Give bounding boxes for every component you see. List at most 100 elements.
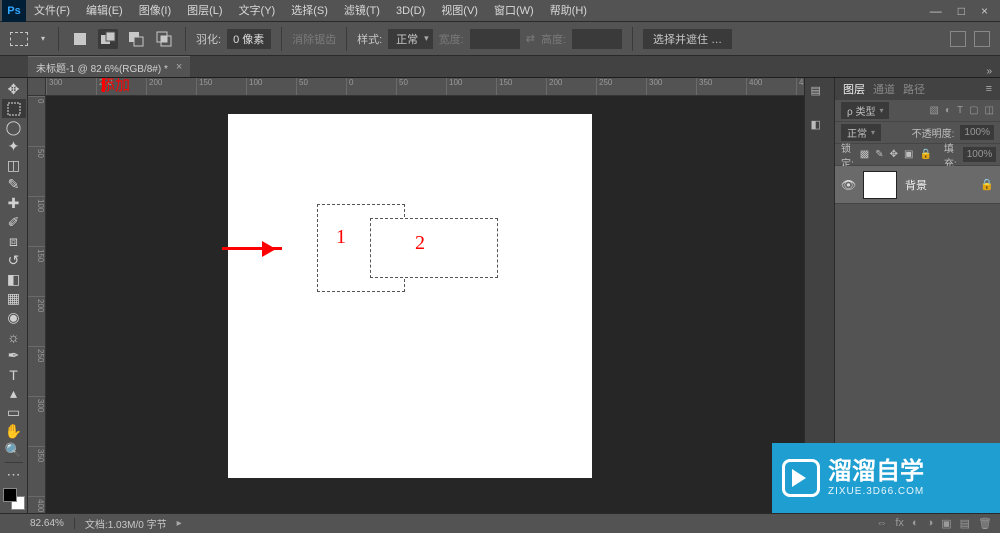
- zoom-tool[interactable]: 🔍: [2, 441, 26, 460]
- window-restore[interactable]: □: [958, 4, 965, 18]
- selection-intersect-button[interactable]: [154, 29, 174, 49]
- fill-field[interactable]: 100%: [963, 147, 997, 162]
- layer-name[interactable]: 背景: [905, 177, 972, 193]
- layer-thumbnail[interactable]: [863, 171, 897, 199]
- foreground-swatch[interactable]: [3, 488, 17, 502]
- menu-select[interactable]: 选择(S): [283, 0, 336, 22]
- menu-view[interactable]: 视图(V): [433, 0, 486, 22]
- document-tab[interactable]: 未标题-1 @ 82.6%(RGB/8#) * ×: [28, 56, 190, 77]
- menu-help[interactable]: 帮助(H): [542, 0, 595, 22]
- layer-style-icon[interactable]: fx: [895, 517, 904, 530]
- new-layer-icon[interactable]: ▤: [960, 517, 970, 530]
- visibility-toggle-icon[interactable]: 👁: [841, 178, 855, 192]
- artboard[interactable]: 1 2: [228, 114, 592, 478]
- menu-layer[interactable]: 图层(L): [179, 0, 230, 22]
- filter-smart-icon[interactable]: ◫: [985, 105, 994, 116]
- hand-tool[interactable]: ✋: [2, 422, 26, 441]
- gradient-tool[interactable]: ▦: [2, 289, 26, 308]
- separator: [185, 27, 186, 51]
- ruler-horizontal[interactable]: 3002502001501005005010015020025030035040…: [46, 78, 804, 96]
- screen-mode-icon[interactable]: [974, 31, 990, 47]
- filter-pixel-icon[interactable]: ▧: [929, 105, 938, 116]
- tab-layers[interactable]: 图层: [843, 81, 865, 97]
- feather-field[interactable]: 0 像素: [227, 29, 271, 49]
- layer-row-background[interactable]: 👁 背景 🔒: [835, 166, 1000, 204]
- path-select-tool[interactable]: ▴: [2, 384, 26, 403]
- ruler-origin[interactable]: [28, 78, 46, 96]
- ruler-vertical[interactable]: 050100150200250300350400: [28, 96, 46, 513]
- selection-subtract-button[interactable]: [126, 29, 146, 49]
- style-combo[interactable]: 正常: [388, 29, 433, 49]
- adjustment-layer-icon[interactable]: ◑: [927, 517, 934, 530]
- menu-image[interactable]: 图像(I): [131, 0, 179, 22]
- lock-pixels-icon[interactable]: ✎: [875, 149, 883, 160]
- eyedropper-tool[interactable]: ✎: [2, 175, 26, 194]
- canvas-area[interactable]: 3002502001501005005010015020025030035040…: [28, 78, 804, 513]
- badge-url: ZIXUE.3D66.COM: [828, 486, 924, 497]
- annotation-number-2: 2: [415, 232, 425, 255]
- menu-window[interactable]: 窗口(W): [486, 0, 542, 22]
- lock-artboard-icon[interactable]: ▣: [904, 149, 913, 160]
- brush-tool[interactable]: ✐: [2, 213, 26, 232]
- quick-mask-icon[interactable]: [950, 31, 966, 47]
- menu-filter[interactable]: 滤镜(T): [336, 0, 388, 22]
- layer-filter-kind[interactable]: ρ 类型: [841, 102, 889, 119]
- zoom-readout[interactable]: 82.64%: [30, 518, 75, 529]
- document-info[interactable]: 文档:1.03M/0 字节: [85, 516, 167, 531]
- select-and-mask-button[interactable]: 选择并遮住 …: [643, 29, 732, 49]
- tool-preset-icon[interactable]: [10, 32, 28, 46]
- selection-new-button[interactable]: [70, 29, 90, 49]
- stamp-tool[interactable]: ⧈: [2, 232, 26, 251]
- history-brush-tool[interactable]: ↺: [2, 251, 26, 270]
- healing-tool[interactable]: ✚: [2, 194, 26, 213]
- history-panel-icon[interactable]: ▤: [811, 84, 829, 100]
- tool-preset-chevron-icon[interactable]: ▾: [38, 34, 48, 43]
- lock-position-icon[interactable]: ✥: [890, 149, 898, 160]
- lock-label: 锁定:: [841, 140, 854, 170]
- status-menu-icon[interactable]: ▸: [177, 518, 182, 529]
- lock-all-icon[interactable]: 🔒: [919, 149, 931, 160]
- tab-overflow-icon[interactable]: »: [986, 66, 1000, 77]
- blur-tool[interactable]: ◉: [2, 308, 26, 327]
- group-icon[interactable]: ▣: [941, 517, 951, 530]
- window-minimize[interactable]: —: [930, 4, 942, 18]
- crop-tool[interactable]: ◫: [2, 156, 26, 175]
- link-layers-icon[interactable]: ⇔: [876, 517, 887, 530]
- eraser-tool[interactable]: ◧: [2, 270, 26, 289]
- filter-adjust-icon[interactable]: ◐: [945, 105, 951, 116]
- layer-mask-icon[interactable]: ◐: [912, 517, 919, 530]
- document-tab-close-icon[interactable]: ×: [176, 61, 182, 73]
- blend-mode-combo[interactable]: 正常: [841, 124, 881, 141]
- panel-menu-icon[interactable]: ≡: [986, 83, 992, 95]
- type-tool[interactable]: T: [2, 365, 26, 384]
- separator: [346, 27, 347, 51]
- window-close[interactable]: ×: [981, 4, 988, 18]
- color-swatches[interactable]: [3, 488, 25, 510]
- separator: [632, 27, 633, 51]
- properties-panel-icon[interactable]: ◧: [811, 118, 829, 134]
- pen-tool[interactable]: ✒: [2, 346, 26, 365]
- play-icon: [782, 459, 820, 497]
- selection-add-button[interactable]: [98, 29, 118, 49]
- quick-select-tool[interactable]: ✦: [2, 137, 26, 156]
- edit-toolbar-icon[interactable]: ⋯: [2, 465, 26, 484]
- opacity-field[interactable]: 100%: [960, 125, 994, 140]
- filter-type-icon[interactable]: T: [957, 105, 963, 116]
- lasso-tool[interactable]: ◯: [2, 118, 26, 137]
- menu-edit[interactable]: 编辑(E): [78, 0, 131, 22]
- lock-transparency-icon[interactable]: ▩: [860, 149, 869, 160]
- menu-3d[interactable]: 3D(D): [388, 0, 433, 22]
- dodge-tool[interactable]: ☼: [2, 327, 26, 346]
- filter-shape-icon[interactable]: ▢: [969, 105, 978, 116]
- marquee-tool[interactable]: [2, 99, 26, 118]
- shape-tool[interactable]: ▭: [2, 403, 26, 422]
- layer-lock-icon[interactable]: 🔒: [980, 178, 994, 191]
- tab-channels[interactable]: 通道: [873, 81, 895, 97]
- menu-file[interactable]: 文件(F): [26, 0, 78, 22]
- panel-tabs: 图层 通道 路径 ≡: [835, 78, 1000, 100]
- delete-layer-icon[interactable]: 🗑: [978, 517, 992, 530]
- move-tool[interactable]: ✥: [2, 80, 26, 99]
- menu-type[interactable]: 文字(Y): [231, 0, 284, 22]
- separator: [58, 27, 59, 51]
- tab-paths[interactable]: 路径: [903, 81, 925, 97]
